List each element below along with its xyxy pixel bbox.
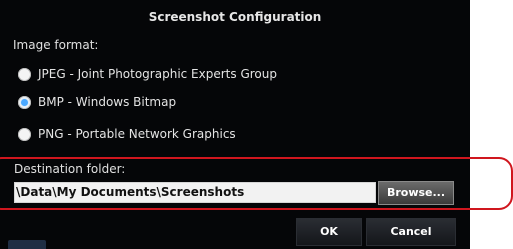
destination-folder-input[interactable]: \Data\My Documents\Screenshots [14, 182, 376, 203]
radio-bmp-label: BMP - Windows Bitmap [38, 95, 177, 109]
radio-selected-icon [18, 95, 31, 109]
image-format-label: Image format: [13, 38, 99, 52]
radio-unselected-icon [18, 127, 31, 141]
radio-png-label: PNG - Portable Network Graphics [38, 127, 236, 141]
ok-button[interactable]: OK [296, 218, 362, 246]
radio-unselected-icon [18, 67, 31, 81]
cancel-button[interactable]: Cancel [366, 218, 456, 246]
screenshot-configuration-dialog: Screenshot Configuration Image format: J… [0, 0, 470, 249]
dialog-title: Screenshot Configuration [148, 10, 322, 24]
corner-tab [8, 240, 46, 249]
radio-jpeg[interactable]: JPEG - Joint Photographic Experts Group [18, 67, 277, 81]
radio-png[interactable]: PNG - Portable Network Graphics [18, 127, 236, 141]
browse-button[interactable]: Browse... [378, 181, 454, 205]
radio-bmp[interactable]: BMP - Windows Bitmap [18, 95, 176, 109]
destination-folder-label: Destination folder: [14, 162, 126, 176]
radio-jpeg-label: JPEG - Joint Photographic Experts Group [38, 67, 277, 81]
